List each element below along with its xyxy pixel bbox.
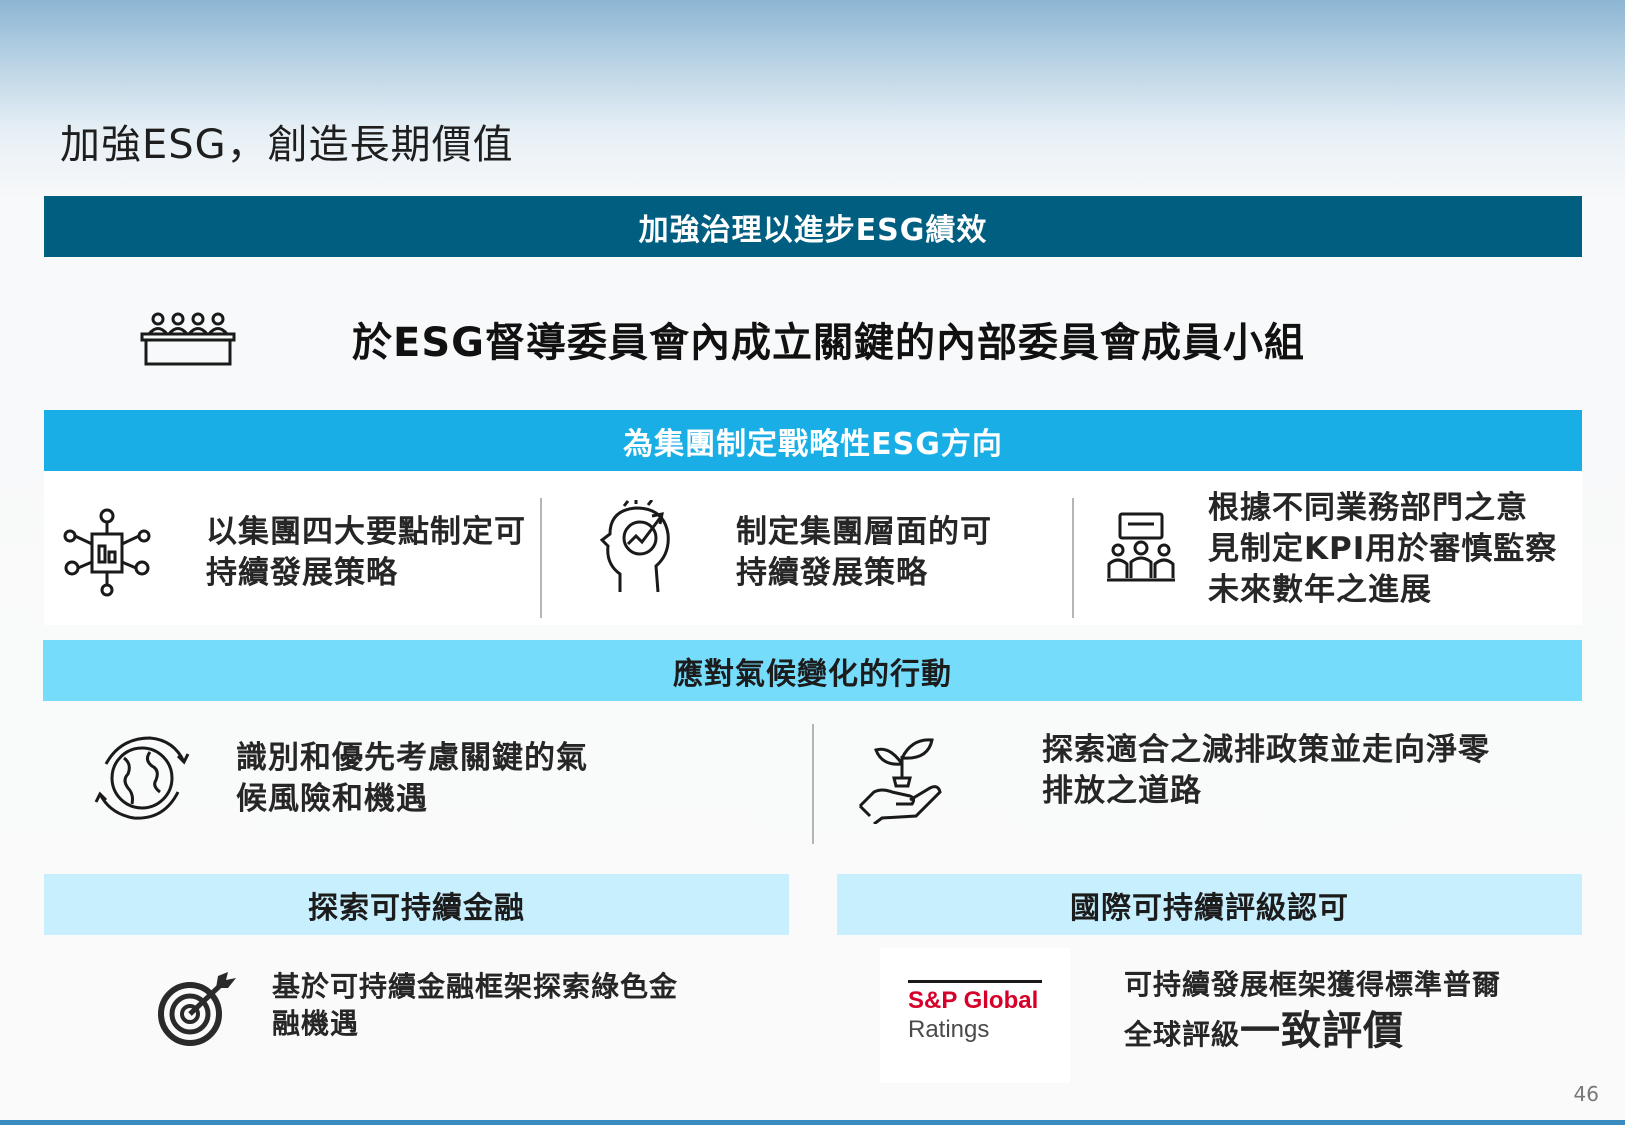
governance-headline: 於ESG督導委員會內成立關鍵的內部委員會成員小組 bbox=[352, 320, 1305, 366]
hand-sprout-icon bbox=[858, 738, 942, 824]
network-hub-icon bbox=[63, 508, 151, 597]
climate-item-1-text: 識別和優先考慮關鍵的氣 候風險和機遇 bbox=[236, 738, 588, 820]
strategy-item-1-line2: 持續發展策略 bbox=[206, 555, 398, 591]
strategy-item-3-line2: 見制定KPI用於審慎監察 bbox=[1208, 531, 1558, 567]
globe-cycle-icon bbox=[94, 736, 190, 820]
climate-item-1-line2: 候風險和機遇 bbox=[236, 781, 428, 817]
strategy-item-3-line1: 根據不同業務部門之意 bbox=[1208, 490, 1528, 526]
climate-item-2-text: 探索適合之減排政策並走向淨零 排放之道路 bbox=[1042, 730, 1490, 812]
strategy-item-1-line1: 以集團四大要點制定可 bbox=[206, 514, 526, 550]
strategy-item-3-text: 根據不同業務部門之意 見制定KPI用於審慎監察 未來數年之進展 bbox=[1208, 488, 1557, 611]
strategy-banner: 為集團制定戰略性ESG方向 bbox=[44, 410, 1582, 471]
head-growth-icon bbox=[600, 500, 670, 593]
rating-line2: 全球評級一致評價 bbox=[1124, 1008, 1501, 1058]
rating-line2-large: 一致評價 bbox=[1240, 1008, 1405, 1054]
governance-banner: 加強治理以進步ESG績效 bbox=[44, 196, 1582, 257]
finance-line1: 基於可持續金融框架探索綠色金 bbox=[272, 970, 679, 1003]
target-arrow-icon bbox=[158, 972, 236, 1046]
strategy-item-2-line1: 制定集團層面的可 bbox=[736, 514, 992, 550]
rating-line1: 可持續發展框架獲得標準普爾 bbox=[1124, 968, 1502, 1001]
sp-logo-rule bbox=[908, 980, 1042, 983]
strategy-item-1-text: 以集團四大要點制定可 持續發展策略 bbox=[206, 512, 526, 594]
finance-banner: 探索可持續金融 bbox=[44, 874, 789, 935]
strategy-divider-2 bbox=[1072, 498, 1074, 618]
rating-banner: 國際可持續評級認可 bbox=[837, 874, 1582, 935]
rating-text: 可持續發展框架獲得標準普爾 全球評級一致評價 bbox=[1124, 962, 1501, 1058]
strategy-item-2-text: 制定集團層面的可 持續發展策略 bbox=[736, 512, 992, 594]
finance-line2: 融機遇 bbox=[272, 1007, 360, 1040]
climate-item-2-line2: 排放之道路 bbox=[1042, 773, 1202, 809]
strategy-item-2-line2: 持續發展策略 bbox=[736, 555, 928, 591]
climate-item-2-line1: 探索適合之減排政策並走向淨零 bbox=[1042, 732, 1490, 768]
rating-line2-small: 全球評級 bbox=[1124, 1018, 1241, 1051]
team-presentation-icon bbox=[1107, 512, 1175, 582]
page-number: 46 bbox=[1573, 1082, 1599, 1106]
board-meeting-icon bbox=[140, 312, 236, 366]
sp-logo-name: S&P Global bbox=[908, 987, 1039, 1014]
bottom-accent-line bbox=[0, 1120, 1625, 1125]
finance-text: 基於可持續金融框架探索綠色金 融機遇 bbox=[272, 968, 678, 1042]
climate-divider bbox=[812, 724, 814, 844]
climate-banner: 應對氣候變化的行動 bbox=[43, 640, 1582, 701]
page-title: 加強ESG，創造長期價值 bbox=[60, 122, 514, 168]
strategy-item-3-line3: 未來數年之進展 bbox=[1208, 572, 1432, 608]
sp-global-logo: S&P Global Ratings bbox=[908, 980, 1042, 1045]
climate-item-1-line1: 識別和優先考慮關鍵的氣 bbox=[236, 740, 588, 776]
sp-logo-ratings: Ratings bbox=[908, 1016, 990, 1043]
strategy-divider-1 bbox=[540, 498, 542, 618]
